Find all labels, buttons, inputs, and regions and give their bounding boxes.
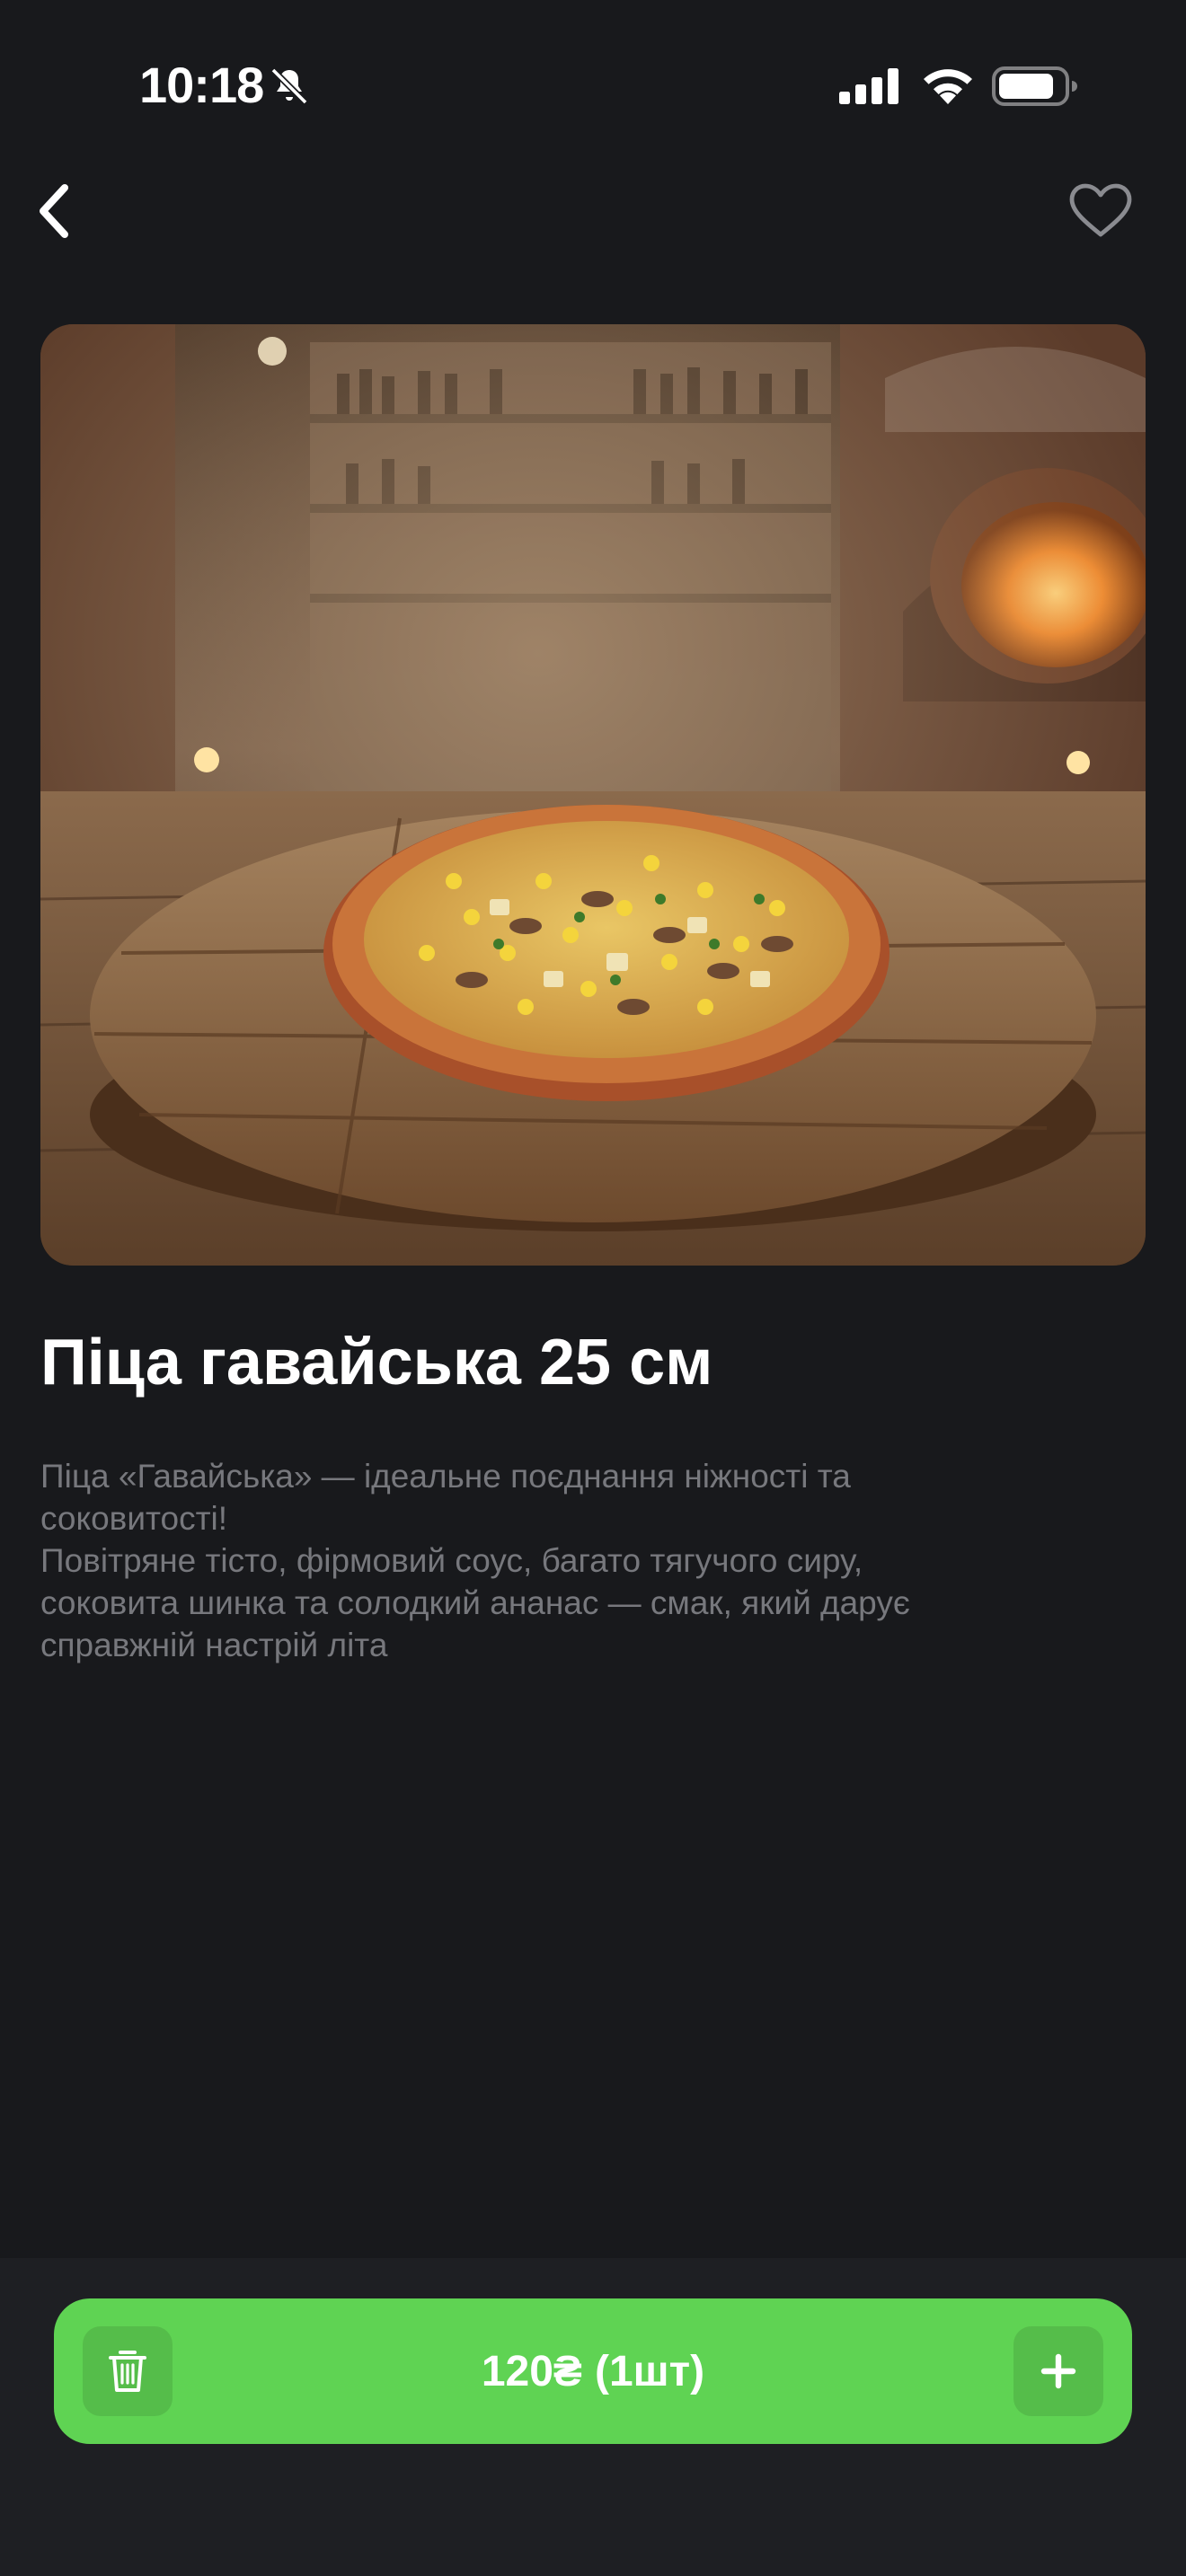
- cart-quantity: (1шт): [594, 2347, 705, 2395]
- product-image: [40, 324, 1146, 1266]
- heart-outline-icon: [1069, 183, 1132, 237]
- trash-icon: [109, 2351, 146, 2392]
- status-time: 10:18: [139, 57, 264, 113]
- bottom-bar: 120₴ (1шт): [0, 2258, 1186, 2576]
- product-description: Піца «Гавайська» — ідеальне поєднання ні…: [40, 1458, 910, 1663]
- cart-control: 120₴ (1шт): [54, 2298, 1132, 2444]
- plus-icon: [1040, 2353, 1076, 2389]
- cart-price: 120₴: [481, 2347, 582, 2395]
- battery-icon: [992, 66, 1077, 106]
- signal-icon: [839, 68, 898, 104]
- bell-off-icon: [270, 67, 308, 105]
- add-to-cart-button[interactable]: [1013, 2326, 1103, 2416]
- remove-from-cart-button[interactable]: [83, 2326, 173, 2416]
- favorite-button[interactable]: [1060, 171, 1141, 251]
- chevron-left-icon: [40, 184, 68, 238]
- status-bar: 10:18: [0, 0, 1186, 171]
- cart-summary[interactable]: 120₴ (1шт): [189, 2298, 997, 2444]
- back-button[interactable]: [18, 171, 90, 251]
- product-title: Піца гавайська 25 см: [40, 1327, 713, 1398]
- pizza-photo: [40, 324, 1146, 1266]
- wifi-icon: [924, 69, 972, 104]
